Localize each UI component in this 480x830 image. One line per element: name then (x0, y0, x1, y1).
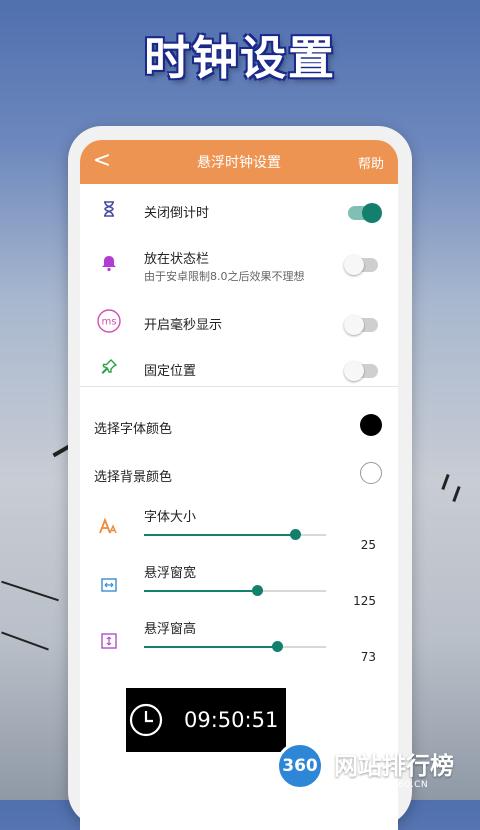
bg-color-row[interactable]: 选择背景颜色 (80, 460, 398, 490)
setting-row-statusbar[interactable]: 放在状态栏 由于安卓限制8.0之后效果不理想 (80, 240, 398, 294)
app-bar: < 悬浮时钟设置 帮助 (80, 140, 398, 184)
background-decoration (1, 631, 49, 651)
clock-preview: 09:50:51 (126, 688, 286, 752)
watermark: 360 网站排行榜 WANGZHAN360.CN (270, 738, 480, 800)
bg-color-swatch[interactable] (360, 462, 382, 484)
font-color-row[interactable]: 选择字体颜色 (80, 412, 398, 442)
slider-value: 73 (360, 650, 376, 664)
banner-title: 时钟设置 (144, 31, 336, 85)
slider-row-height: 悬浮窗高 73 (80, 618, 398, 668)
clock-icon (128, 702, 164, 738)
bg-color-label: 选择背景颜色 (94, 470, 173, 485)
slider-value: 125 (353, 594, 376, 608)
slider-label: 悬浮窗高 (144, 622, 197, 637)
background-decoration (1, 580, 59, 602)
watermark-name: 网站排行榜 (334, 752, 454, 780)
slider-row-font-size: 字体大小 25 (80, 506, 398, 556)
clock-time: 09:50:51 (184, 708, 279, 732)
ms-icon-text: ms (102, 317, 117, 328)
milliseconds-toggle[interactable] (344, 315, 378, 335)
height-icon (96, 628, 122, 654)
setting-label: 关闭倒计时 (144, 206, 210, 221)
font-color-label: 选择字体颜色 (94, 422, 173, 437)
fixed-position-toggle[interactable] (344, 361, 378, 381)
slider-row-width: 悬浮窗宽 125 (80, 562, 398, 612)
statusbar-toggle[interactable] (344, 255, 378, 275)
font-color-swatch[interactable] (360, 414, 382, 436)
back-button[interactable]: < (90, 148, 114, 173)
background-decoration (452, 485, 461, 503)
font-size-icon (96, 514, 122, 540)
countdown-toggle[interactable] (348, 203, 382, 223)
setting-label: 固定位置 (144, 364, 197, 379)
slider-thumb[interactable] (251, 585, 263, 596)
setting-label: 放在状态栏 (144, 252, 210, 267)
pin-icon (96, 354, 122, 380)
width-slider[interactable] (144, 585, 326, 596)
bell-icon (96, 250, 122, 276)
height-slider[interactable] (144, 641, 326, 652)
app-screen: < 悬浮时钟设置 帮助 关闭倒计时 放在状态栏 由于安卓限制8.0之后效果不理想… (80, 140, 398, 830)
watermark-url: WANGZHAN360.CN (334, 780, 429, 790)
section-divider (80, 386, 398, 387)
setting-label: 开启毫秒显示 (144, 318, 223, 333)
font-size-slider[interactable] (144, 529, 326, 540)
slider-thumb[interactable] (290, 529, 302, 540)
setting-row-fixed-position[interactable]: 固定位置 (80, 350, 398, 386)
help-button[interactable]: 帮助 (358, 153, 384, 172)
setting-sublabel: 由于安卓限制8.0之后效果不理想 (144, 270, 305, 283)
slider-value: 25 (360, 538, 376, 552)
watermark-logo: 360 (276, 742, 324, 790)
phone-frame: < 悬浮时钟设置 帮助 关闭倒计时 放在状态栏 由于安卓限制8.0之后效果不理想… (68, 126, 412, 830)
setting-row-countdown[interactable]: 关闭倒计时 (80, 192, 398, 232)
width-icon (96, 572, 122, 598)
slider-thumb[interactable] (271, 641, 283, 652)
hourglass-icon (96, 196, 122, 222)
page-title: 悬浮时钟设置 (197, 155, 281, 171)
slider-label: 悬浮窗宽 (144, 566, 197, 581)
setting-row-milliseconds[interactable]: ms 开启毫秒显示 (80, 302, 398, 342)
background-decoration (441, 473, 450, 491)
ms-icon: ms (96, 308, 122, 334)
slider-label: 字体大小 (144, 510, 197, 525)
